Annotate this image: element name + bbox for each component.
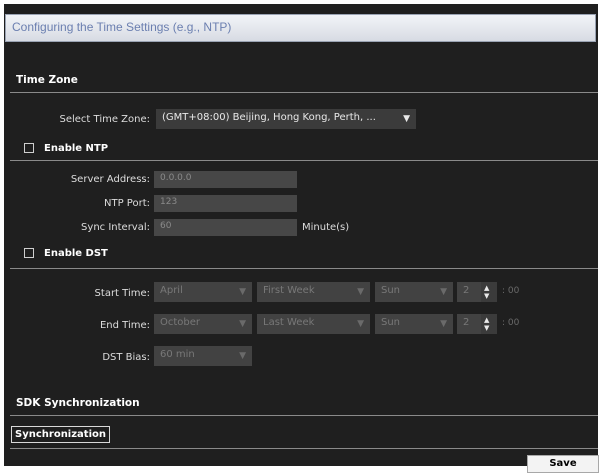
ntp-port-label: NTP Port: (104, 198, 150, 209)
chevron-down-icon: ▼ (239, 351, 246, 361)
end-week-select[interactable]: Last Week ▼ (257, 314, 370, 334)
start-hour-input[interactable]: 2 (457, 282, 481, 302)
arrow-down-icon[interactable]: ▼ (484, 325, 489, 332)
arrow-up-icon[interactable]: ▲ (484, 285, 489, 292)
end-month-value: October (160, 317, 201, 328)
footer-divider (10, 448, 598, 449)
time-zone-select[interactable]: (GMT+08:00) Beijing, Hong Kong, Perth, .… (156, 109, 416, 129)
start-month-value: April (160, 285, 183, 296)
ntp-divider (10, 160, 598, 161)
time-zone-divider (10, 92, 598, 93)
server-address-label: Server Address: (70, 174, 150, 185)
sync-interval-label: Sync Interval: (81, 222, 150, 233)
chevron-down-icon: ▼ (357, 319, 364, 329)
synchronization-button[interactable]: Synchronization (11, 426, 111, 443)
sdk-divider (10, 415, 598, 416)
enable-ntp-checkbox[interactable] (24, 143, 34, 153)
arrow-down-icon[interactable]: ▼ (484, 293, 489, 300)
sync-interval-unit: Minute(s) (302, 222, 350, 233)
dst-divider (10, 268, 598, 269)
start-hour-stepper[interactable]: ▲ ▼ (481, 282, 497, 302)
enable-ntp-row: Enable NTP (24, 140, 108, 156)
chevron-down-icon: ▼ (239, 287, 246, 297)
end-hour-input[interactable]: 2 (457, 314, 481, 334)
end-month-select[interactable]: October ▼ (154, 314, 252, 334)
start-week-select[interactable]: First Week ▼ (257, 282, 370, 302)
chevron-down-icon: ▼ (440, 287, 447, 297)
start-month-select[interactable]: April ▼ (154, 282, 252, 302)
ntp-port-input[interactable]: 123 (154, 195, 297, 212)
end-hour-stepper[interactable]: ▲ ▼ (481, 314, 497, 334)
enable-dst-row: Enable DST (24, 245, 108, 261)
chevron-down-icon: ▼ (357, 287, 364, 297)
time-zone-label: Select Time Zone: (59, 114, 150, 125)
start-day-value: Sun (381, 285, 401, 296)
chevron-down-icon: ▼ (440, 319, 447, 329)
arrow-up-icon[interactable]: ▲ (484, 317, 489, 324)
start-time-label: Start Time: (94, 288, 150, 299)
sdk-sync-heading: SDK Synchronization (16, 397, 140, 409)
chevron-down-icon: ▼ (403, 114, 410, 124)
end-hour-value: 2 (463, 317, 470, 328)
window-title: Configuring the Time Settings (e.g., NTP… (12, 20, 232, 34)
start-minutes: : 00 (502, 286, 520, 296)
dst-bias-value: 60 min (160, 349, 195, 360)
save-button[interactable]: Save (527, 455, 599, 473)
sync-interval-input[interactable]: 60 (154, 219, 297, 236)
end-week-value: Last Week (263, 317, 315, 328)
start-hour-value: 2 (463, 285, 470, 296)
server-address-input[interactable]: 0.0.0.0 (154, 171, 297, 188)
end-day-select[interactable]: Sun ▼ (375, 314, 453, 334)
dst-bias-label: DST Bias: (102, 352, 150, 363)
time-zone-heading: Time Zone (16, 74, 78, 86)
enable-ntp-label: Enable NTP (44, 142, 109, 154)
window-titlebar: Configuring the Time Settings (e.g., NTP… (5, 14, 596, 42)
end-day-value: Sun (381, 317, 401, 328)
time-zone-value: (GMT+08:00) Beijing, Hong Kong, Perth, .… (162, 112, 376, 123)
start-day-select[interactable]: Sun ▼ (375, 282, 453, 302)
end-time-label: End Time: (99, 320, 150, 331)
enable-dst-label: Enable DST (44, 247, 108, 259)
start-week-value: First Week (263, 285, 315, 296)
end-minutes: : 00 (502, 318, 520, 328)
dst-bias-select[interactable]: 60 min ▼ (154, 346, 252, 366)
enable-dst-checkbox[interactable] (24, 248, 34, 258)
chevron-down-icon: ▼ (239, 319, 246, 329)
